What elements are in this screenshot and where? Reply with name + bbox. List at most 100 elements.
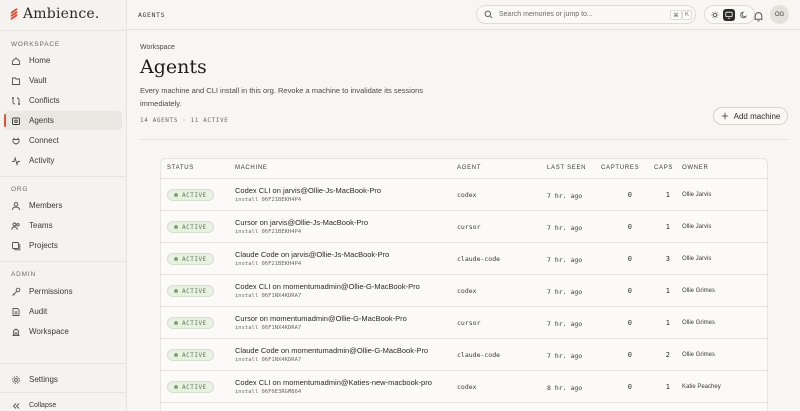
app-name: Ambience. [23,6,100,22]
table-row[interactable]: ACTIVE Cursor on jarvis@Ollie-Js-MacBook-… [161,211,767,243]
logo-icon [10,7,18,21]
key-icon [11,287,21,297]
column-header-status[interactable]: STATUS [167,165,194,171]
column-header-machine[interactable]: MACHINE [235,165,268,171]
last-seen: 7 hr. ago [547,192,583,200]
install-id: install 06F21BEKH4P4 [235,261,302,267]
section-label-admin: ADMIN [11,271,36,278]
notifications-button[interactable] [753,9,765,22]
agent-type: codex [457,191,477,199]
column-header-caps[interactable]: CAPS [654,165,673,171]
system-theme-button[interactable] [723,8,736,21]
owner-name: Ollie Grimes [682,352,716,358]
gear-icon [11,375,21,385]
sidebar-item-agents[interactable]: Agents [4,111,122,130]
status-badge: ACTIVE [167,285,214,297]
agents-icon [11,116,21,126]
machine-name: Cursor on jarvis@Ollie-Js-MacBook-Pro [235,218,369,227]
sidebar-divider [0,176,127,177]
caps-count: 1 [665,191,670,199]
status-text: ACTIVE [182,223,207,231]
captures-count: 0 [627,191,632,199]
breadcrumb: AGENTS [138,11,166,19]
column-header-agent[interactable]: AGENT [457,165,481,171]
sidebar-item-vault[interactable]: Vault [4,71,122,90]
light-theme-button[interactable] [709,9,721,21]
sidebar-item-label: Permissions [29,287,73,296]
connect-icon [11,136,21,146]
captures-count: 0 [627,255,632,263]
sidebar-item-label: Workspace [29,327,69,336]
sidebar-item-label: Teams [29,221,53,230]
sidebar-divider [0,363,127,364]
sidebar: Ambience. WORKSPACE Home Vault Conflicts… [0,0,127,411]
install-id: install 06F1NX4KDRA7 [235,325,302,331]
sidebar-item-projects[interactable]: Projects [4,236,122,255]
column-header-last-seen[interactable]: LAST SEEN [547,165,586,171]
sidebar-item-label: Audit [29,307,48,316]
conflicts-icon [11,96,21,106]
sidebar-item-audit[interactable]: Audit [4,302,122,321]
table-row[interactable]: ACTIVE Codex CLI on momentumadmin@Ollie-G… [161,275,767,307]
status-badge: ACTIVE [167,381,214,393]
sidebar-item-home[interactable]: Home [4,51,122,70]
table-row[interactable]: ACTIVE Cursor on momentumadmin@Ollie-G-Ma… [161,307,767,339]
agent-type: claude-code [457,351,501,359]
owner-name: Ollie Grimes [682,288,716,294]
status-text: ACTIVE [182,287,207,295]
status-dot [174,385,178,389]
status-text: ACTIVE [182,255,207,263]
table-row[interactable]: ACTIVE Claude Code on momentumadmin@Ollie… [161,339,767,371]
shortcut-k-key: K [682,10,693,20]
captures-count: 0 [627,383,632,391]
sidebar-item-label: Connect [29,136,59,145]
last-seen: 7 hr. ago [547,352,583,360]
owner-name: Ollie Grimes [682,320,716,326]
sidebar-item-activity[interactable]: Activity [4,151,122,170]
column-header-owner[interactable]: OWNER [682,165,709,171]
audit-icon [11,307,21,317]
sidebar-divider [0,30,127,31]
status-dot [174,193,178,197]
sidebar-item-connect[interactable]: Connect [4,131,122,150]
sidebar-item-settings[interactable]: Settings [4,370,122,389]
collapse-button[interactable]: Collapse [4,396,122,411]
table-row[interactable]: ACTIVE Codex CLI on jarvis@Ollie-Js-MacBo… [161,179,767,211]
status-dot [174,321,178,325]
caps-count: 1 [665,287,670,295]
column-header-captures[interactable]: CAPTURES [601,165,639,171]
plus-icon [721,112,728,120]
sidebar-item-conflicts[interactable]: Conflicts [4,91,122,110]
avatar[interactable]: OG [770,5,789,24]
sidebar-item-label: Conflicts [29,96,60,105]
status-text: ACTIVE [182,351,207,359]
sidebar-item-label: Projects [29,241,58,250]
theme-switcher [704,5,755,24]
sidebar-item-members[interactable]: Members [4,196,122,215]
sidebar-item-permissions[interactable]: Permissions [4,282,122,301]
brand[interactable]: Ambience. [10,6,100,22]
table-row[interactable]: ACTIVE Claude Code on jarvis@Ollie-Js-Mac… [161,243,767,275]
install-id: install 06F21BEKH4P4 [235,197,302,203]
sidebar-item-teams[interactable]: Teams [4,216,122,235]
status-dot [174,225,178,229]
machine-name: Codex CLI on jarvis@Ollie-Js-MacBook-Pro [235,186,381,195]
shortcut-mod-key: ⌘ [670,10,682,20]
caps-count: 3 [665,255,670,263]
status-badge: ACTIVE [167,349,214,361]
sidebar-item-workspace[interactable]: Workspace [4,322,122,341]
captures-count: 0 [627,287,632,295]
moon-icon [740,11,747,18]
search-input[interactable]: Search memories or jump to... ⌘ K [476,5,696,24]
dark-theme-button[interactable] [738,9,750,21]
last-seen: 8 hr. ago [547,384,583,392]
sidebar-item-label: Agents [29,116,54,125]
agent-type: cursor [457,223,481,231]
caps-count: 2 [665,351,670,359]
machine-name: Codex CLI on momentumadmin@Ollie-G-MacBo… [235,282,420,291]
table-row[interactable]: ACTIVE Codex CLI on momentumadmin@Katies-… [161,371,767,403]
sun-icon [711,10,719,19]
teams-icon [11,221,21,231]
machine-name: Codex CLI on momentumadmin@Katies-new-ma… [235,378,432,387]
add-machine-button[interactable]: Add machine [713,107,788,125]
